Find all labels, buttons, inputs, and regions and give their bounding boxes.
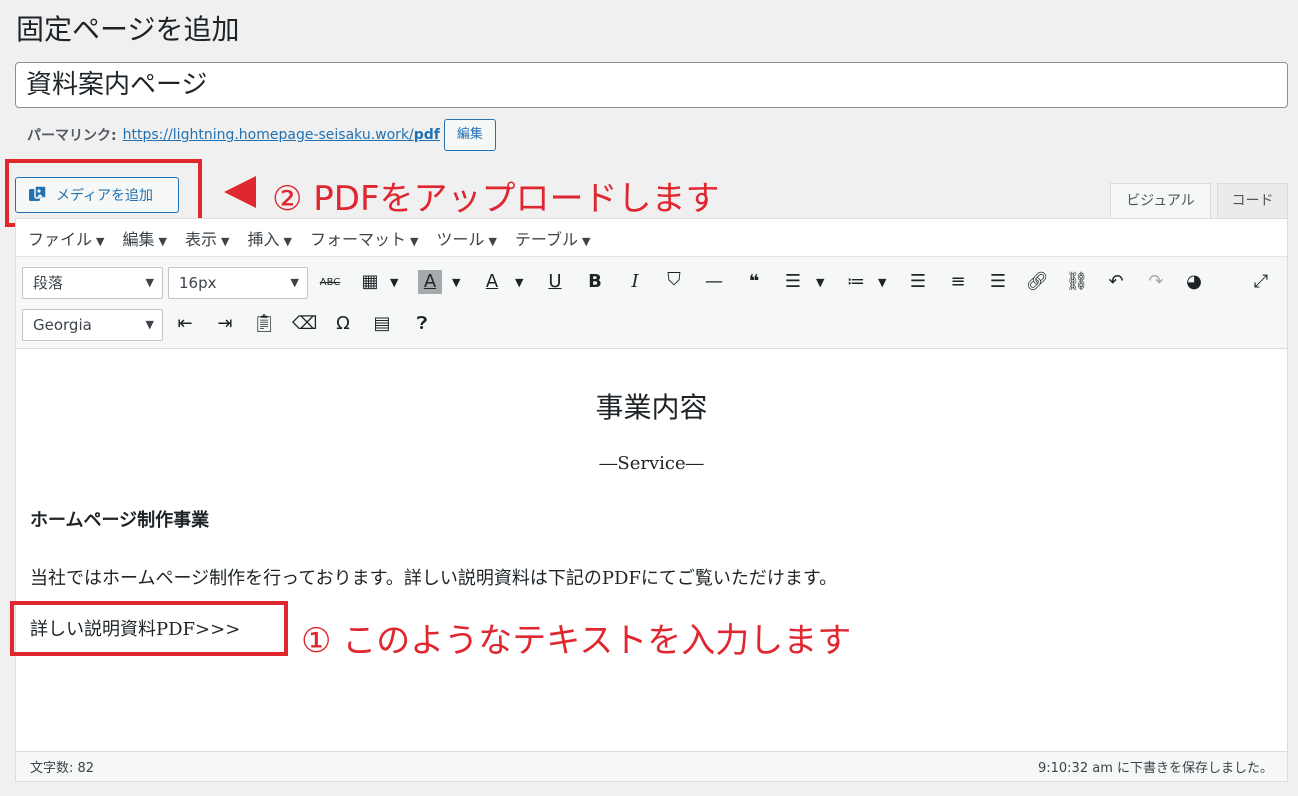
indent-icon[interactable]: ⇥ — [213, 312, 237, 336]
editor-content[interactable]: 事業内容 ―Service― ホームページ制作事業 当社ではホームページ制作を行… — [16, 350, 1287, 752]
permalink-url-base: https://lightning.homepage-seisaku.work/ — [122, 127, 414, 143]
bold-icon[interactable]: B — [583, 270, 607, 294]
chevron-down-icon: ▼ — [220, 234, 230, 248]
menu-format[interactable]: フォーマット ▼ — [310, 226, 418, 250]
editor-menubar: ファイル ▼ 編集 ▼ 表示 ▼ 挿入 ▼ フォーマット ▼ ツール ▼ テーブル ▼ — [16, 219, 1287, 257]
more-tag-icon[interactable]: ▤ — [370, 312, 394, 336]
horizontal-line-icon[interactable]: — — [702, 270, 726, 294]
chevron-down-icon[interactable]: ▼ — [878, 276, 886, 289]
menu-view[interactable]: 表示 ▼ — [185, 226, 229, 250]
chevron-down-icon: ▼ — [290, 276, 299, 289]
word-count: 文字数: 82 — [30, 761, 95, 776]
clear-format-icon[interactable]: ⌫ — [292, 312, 317, 336]
chevron-down-icon[interactable]: ▼ — [816, 276, 824, 289]
font-family-select[interactable]: Georgia ▼ — [22, 309, 163, 341]
special-char-icon[interactable]: Ω — [331, 312, 355, 336]
link-icon[interactable]: 🔗︎ — [1025, 270, 1049, 294]
chevron-down-icon: ▼ — [283, 234, 292, 248]
annotation-step2: ② PDFをアップロードします — [272, 179, 720, 219]
bullet-list-icon[interactable]: ☰ — [781, 270, 805, 294]
autosave-status: 9:10:32 am に下書きを保存しました。 — [1037, 761, 1273, 776]
permalink-row: パーマリンク: https://lightning.homepage-seisa… — [27, 119, 496, 151]
editor-toolbar: 段落 ▼ 16px ▼ ABC ▦ ▼ A ▼ A ▼ U B I ⛉ — ❝ ☰ … — [16, 257, 1287, 349]
annotation-box-link — [10, 601, 288, 656]
chevron-down-icon: ▼ — [488, 234, 497, 248]
permalink-edit-button[interactable]: 編集 — [443, 119, 496, 151]
underline-icon[interactable]: U — [543, 270, 567, 294]
tab-code[interactable]: コード — [1217, 183, 1288, 219]
menu-insert[interactable]: 挿入 ▼ — [247, 226, 291, 250]
content-paragraph: 当社ではホームページ制作を行っております。詳しい説明資料は下記のPDFにてご覧い… — [30, 568, 838, 589]
chevron-down-icon[interactable]: ▼ — [515, 276, 523, 289]
text-color-icon[interactable]: A — [480, 270, 504, 294]
font-size-select[interactable]: 16px ▼ — [168, 267, 308, 299]
chevron-down-icon[interactable]: ▼ — [390, 276, 398, 289]
unlink-icon[interactable]: ⛓ — [1065, 270, 1089, 294]
annotation-arrow-icon — [224, 176, 256, 208]
page-title: 固定ページを追加 — [16, 13, 240, 46]
fullscreen-icon[interactable]: ⤢ — [1249, 270, 1273, 294]
paste-text-icon[interactable]: 📋︎ — [252, 312, 276, 336]
permalink-url-slug: pdf — [413, 127, 440, 143]
menu-file[interactable]: ファイル ▼ — [28, 226, 104, 250]
chevron-down-icon: ▼ — [96, 234, 105, 248]
content-heading: 事業内容 — [595, 391, 708, 424]
chevron-down-icon: ▼ — [145, 318, 154, 331]
help-icon[interactable]: ❓︎ — [410, 312, 434, 336]
content-subheading: ―Service― — [599, 453, 704, 474]
table-icon[interactable]: ▦ — [358, 270, 382, 294]
align-right-icon[interactable]: ☰ — [986, 270, 1010, 294]
blockquote-icon[interactable]: ❝ — [742, 270, 766, 294]
background-color-icon[interactable]: A — [418, 270, 442, 294]
undo-icon[interactable]: ↶ — [1104, 270, 1128, 294]
menu-table[interactable]: テーブル ▼ — [515, 226, 591, 250]
italic-icon[interactable]: I — [623, 270, 647, 294]
bookmark-icon[interactable]: ⛉ — [662, 268, 686, 292]
editor-statusbar: 文字数: 82 9:10:32 am に下書きを保存しました。 — [16, 751, 1287, 781]
strikethrough-icon[interactable]: ABC — [318, 271, 342, 295]
pie-icon[interactable]: ◕ — [1182, 270, 1206, 294]
numbered-list-icon[interactable]: ≔ — [844, 270, 868, 294]
chevron-down-icon: ▼ — [145, 276, 154, 289]
chevron-down-icon: ▼ — [158, 234, 167, 248]
chevron-down-icon: ▼ — [581, 234, 591, 248]
permalink-link[interactable]: https://lightning.homepage-seisaku.work/… — [123, 127, 440, 143]
post-title-input[interactable]: 資料案内ページ — [15, 62, 1288, 108]
chevron-down-icon: ▼ — [409, 234, 419, 248]
content-section-title: ホームページ制作事業 — [30, 510, 210, 531]
menu-edit[interactable]: 編集 ▼ — [122, 226, 166, 250]
permalink-label: パーマリンク: — [27, 128, 117, 144]
redo-icon[interactable]: ↷ — [1144, 270, 1168, 294]
tab-visual[interactable]: ビジュアル — [1110, 183, 1211, 219]
editor: ファイル ▼ 編集 ▼ 表示 ▼ 挿入 ▼ フォーマット ▼ ツール ▼ テーブル ▼ 段落 ▼… — [15, 218, 1288, 782]
annotation-box-media — [5, 159, 202, 227]
menu-tools[interactable]: ツール ▼ — [436, 226, 496, 250]
annotation-step1: ① このようなテキストを入力します — [301, 621, 852, 661]
outdent-icon[interactable]: ⇤ — [173, 312, 197, 336]
paragraph-select[interactable]: 段落 ▼ — [22, 267, 163, 299]
align-center-icon[interactable]: ≡ — [946, 270, 970, 294]
align-left-icon[interactable]: ☰ — [906, 270, 930, 294]
chevron-down-icon[interactable]: ▼ — [452, 276, 460, 289]
